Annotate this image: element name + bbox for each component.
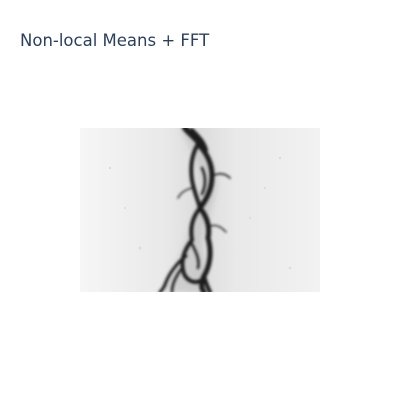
image-viewport <box>80 128 320 292</box>
denoised-image <box>80 128 320 292</box>
figure-page: Non-local Means + FFT <box>0 0 400 400</box>
figure-title: Non-local Means + FFT <box>20 31 210 50</box>
